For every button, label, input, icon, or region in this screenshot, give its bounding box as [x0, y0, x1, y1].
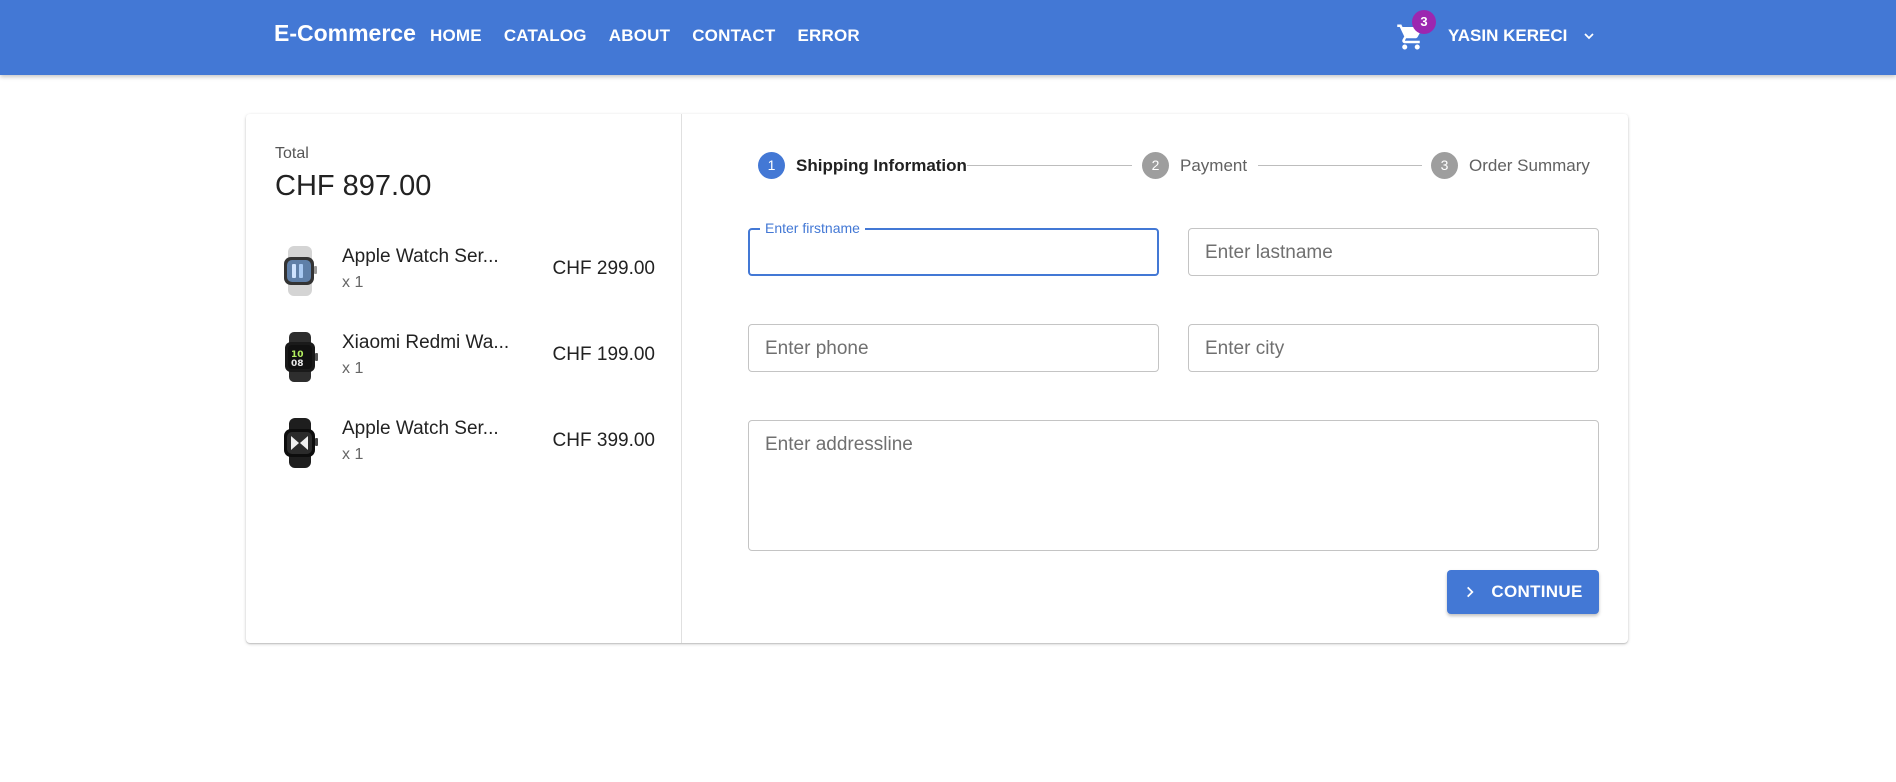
- checkout-card: Total CHF 897.00 Apple Watch Ser... x 1 …: [246, 114, 1628, 643]
- phone-field[interactable]: Enter phone: [748, 324, 1159, 372]
- panel-divider: [681, 114, 682, 643]
- firstname-field[interactable]: Enter firstname: [748, 220, 1159, 276]
- app-bar: E-Commerce HOME CATALOG ABOUT CONTACT ER…: [0, 0, 1896, 75]
- continue-button[interactable]: CONTINUE: [1447, 570, 1599, 614]
- user-menu[interactable]: YASIN KERECI: [1448, 26, 1597, 46]
- step-label: Order Summary: [1469, 155, 1590, 175]
- step-connector: [967, 165, 1132, 166]
- watch-black-icon: 10 08: [285, 332, 318, 382]
- continue-label: CONTINUE: [1491, 582, 1583, 601]
- nav-catalog[interactable]: CATALOG: [504, 26, 587, 46]
- item-name: Apple Watch Ser...: [342, 418, 499, 439]
- svg-text:08: 08: [291, 359, 304, 369]
- total-value: CHF 897.00: [275, 170, 432, 202]
- step-number: 1: [758, 152, 785, 179]
- step-order-summary: 3 Order Summary: [1431, 152, 1590, 179]
- item-qty: x 1: [342, 274, 364, 291]
- step-payment: 2 Payment: [1142, 152, 1247, 179]
- item-qty: x 1: [342, 360, 364, 377]
- cart-item: Apple Watch Ser... x 1 CHF 299.00: [275, 242, 655, 302]
- city-placeholder: Enter city: [1205, 338, 1285, 359]
- brand-logo[interactable]: E-Commerce: [274, 20, 416, 47]
- total-label: Total: [275, 145, 309, 162]
- nav-contact[interactable]: CONTACT: [692, 26, 775, 46]
- step-label: Payment: [1180, 155, 1248, 175]
- item-price: CHF 299.00: [552, 258, 655, 279]
- step-number: 2: [1142, 152, 1169, 179]
- cart-item: 10 08 Xiaomi Redmi Wa... x 1 CHF 199.00: [275, 328, 655, 388]
- nav-home[interactable]: HOME: [430, 26, 482, 46]
- step-shipping: 1 Shipping Information: [758, 152, 967, 179]
- item-name: Xiaomi Redmi Wa...: [342, 332, 510, 353]
- item-price: CHF 199.00: [552, 344, 655, 365]
- item-price: CHF 399.00: [552, 430, 655, 451]
- chevron-down-icon: [1584, 33, 1594, 40]
- watch-silver-icon: [284, 246, 317, 296]
- addressline-field[interactable]: Enter addressline: [748, 420, 1599, 551]
- city-field[interactable]: Enter city: [1188, 324, 1599, 372]
- item-qty: x 1: [342, 446, 364, 463]
- main-nav: HOME CATALOG ABOUT CONTACT ERROR: [430, 26, 882, 46]
- user-name: YASIN KERECI: [1448, 26, 1568, 45]
- lastname-placeholder: Enter lastname: [1205, 242, 1333, 263]
- cart-count-badge: 3: [1412, 10, 1436, 34]
- step-label: Shipping Information: [796, 155, 967, 175]
- step-number: 3: [1431, 152, 1458, 179]
- addressline-placeholder: Enter addressline: [765, 434, 913, 455]
- chevron-right-icon: [1467, 586, 1474, 598]
- phone-placeholder: Enter phone: [765, 338, 869, 359]
- firstname-label: Enter firstname: [760, 220, 865, 236]
- watch-black-white-icon: [284, 418, 318, 468]
- cart-item: Apple Watch Ser... x 1 CHF 399.00: [275, 414, 655, 474]
- lastname-field[interactable]: Enter lastname: [1188, 228, 1599, 276]
- nav-about[interactable]: ABOUT: [609, 26, 670, 46]
- step-connector: [1258, 165, 1422, 166]
- nav-error[interactable]: ERROR: [797, 26, 859, 46]
- item-name: Apple Watch Ser...: [342, 246, 499, 267]
